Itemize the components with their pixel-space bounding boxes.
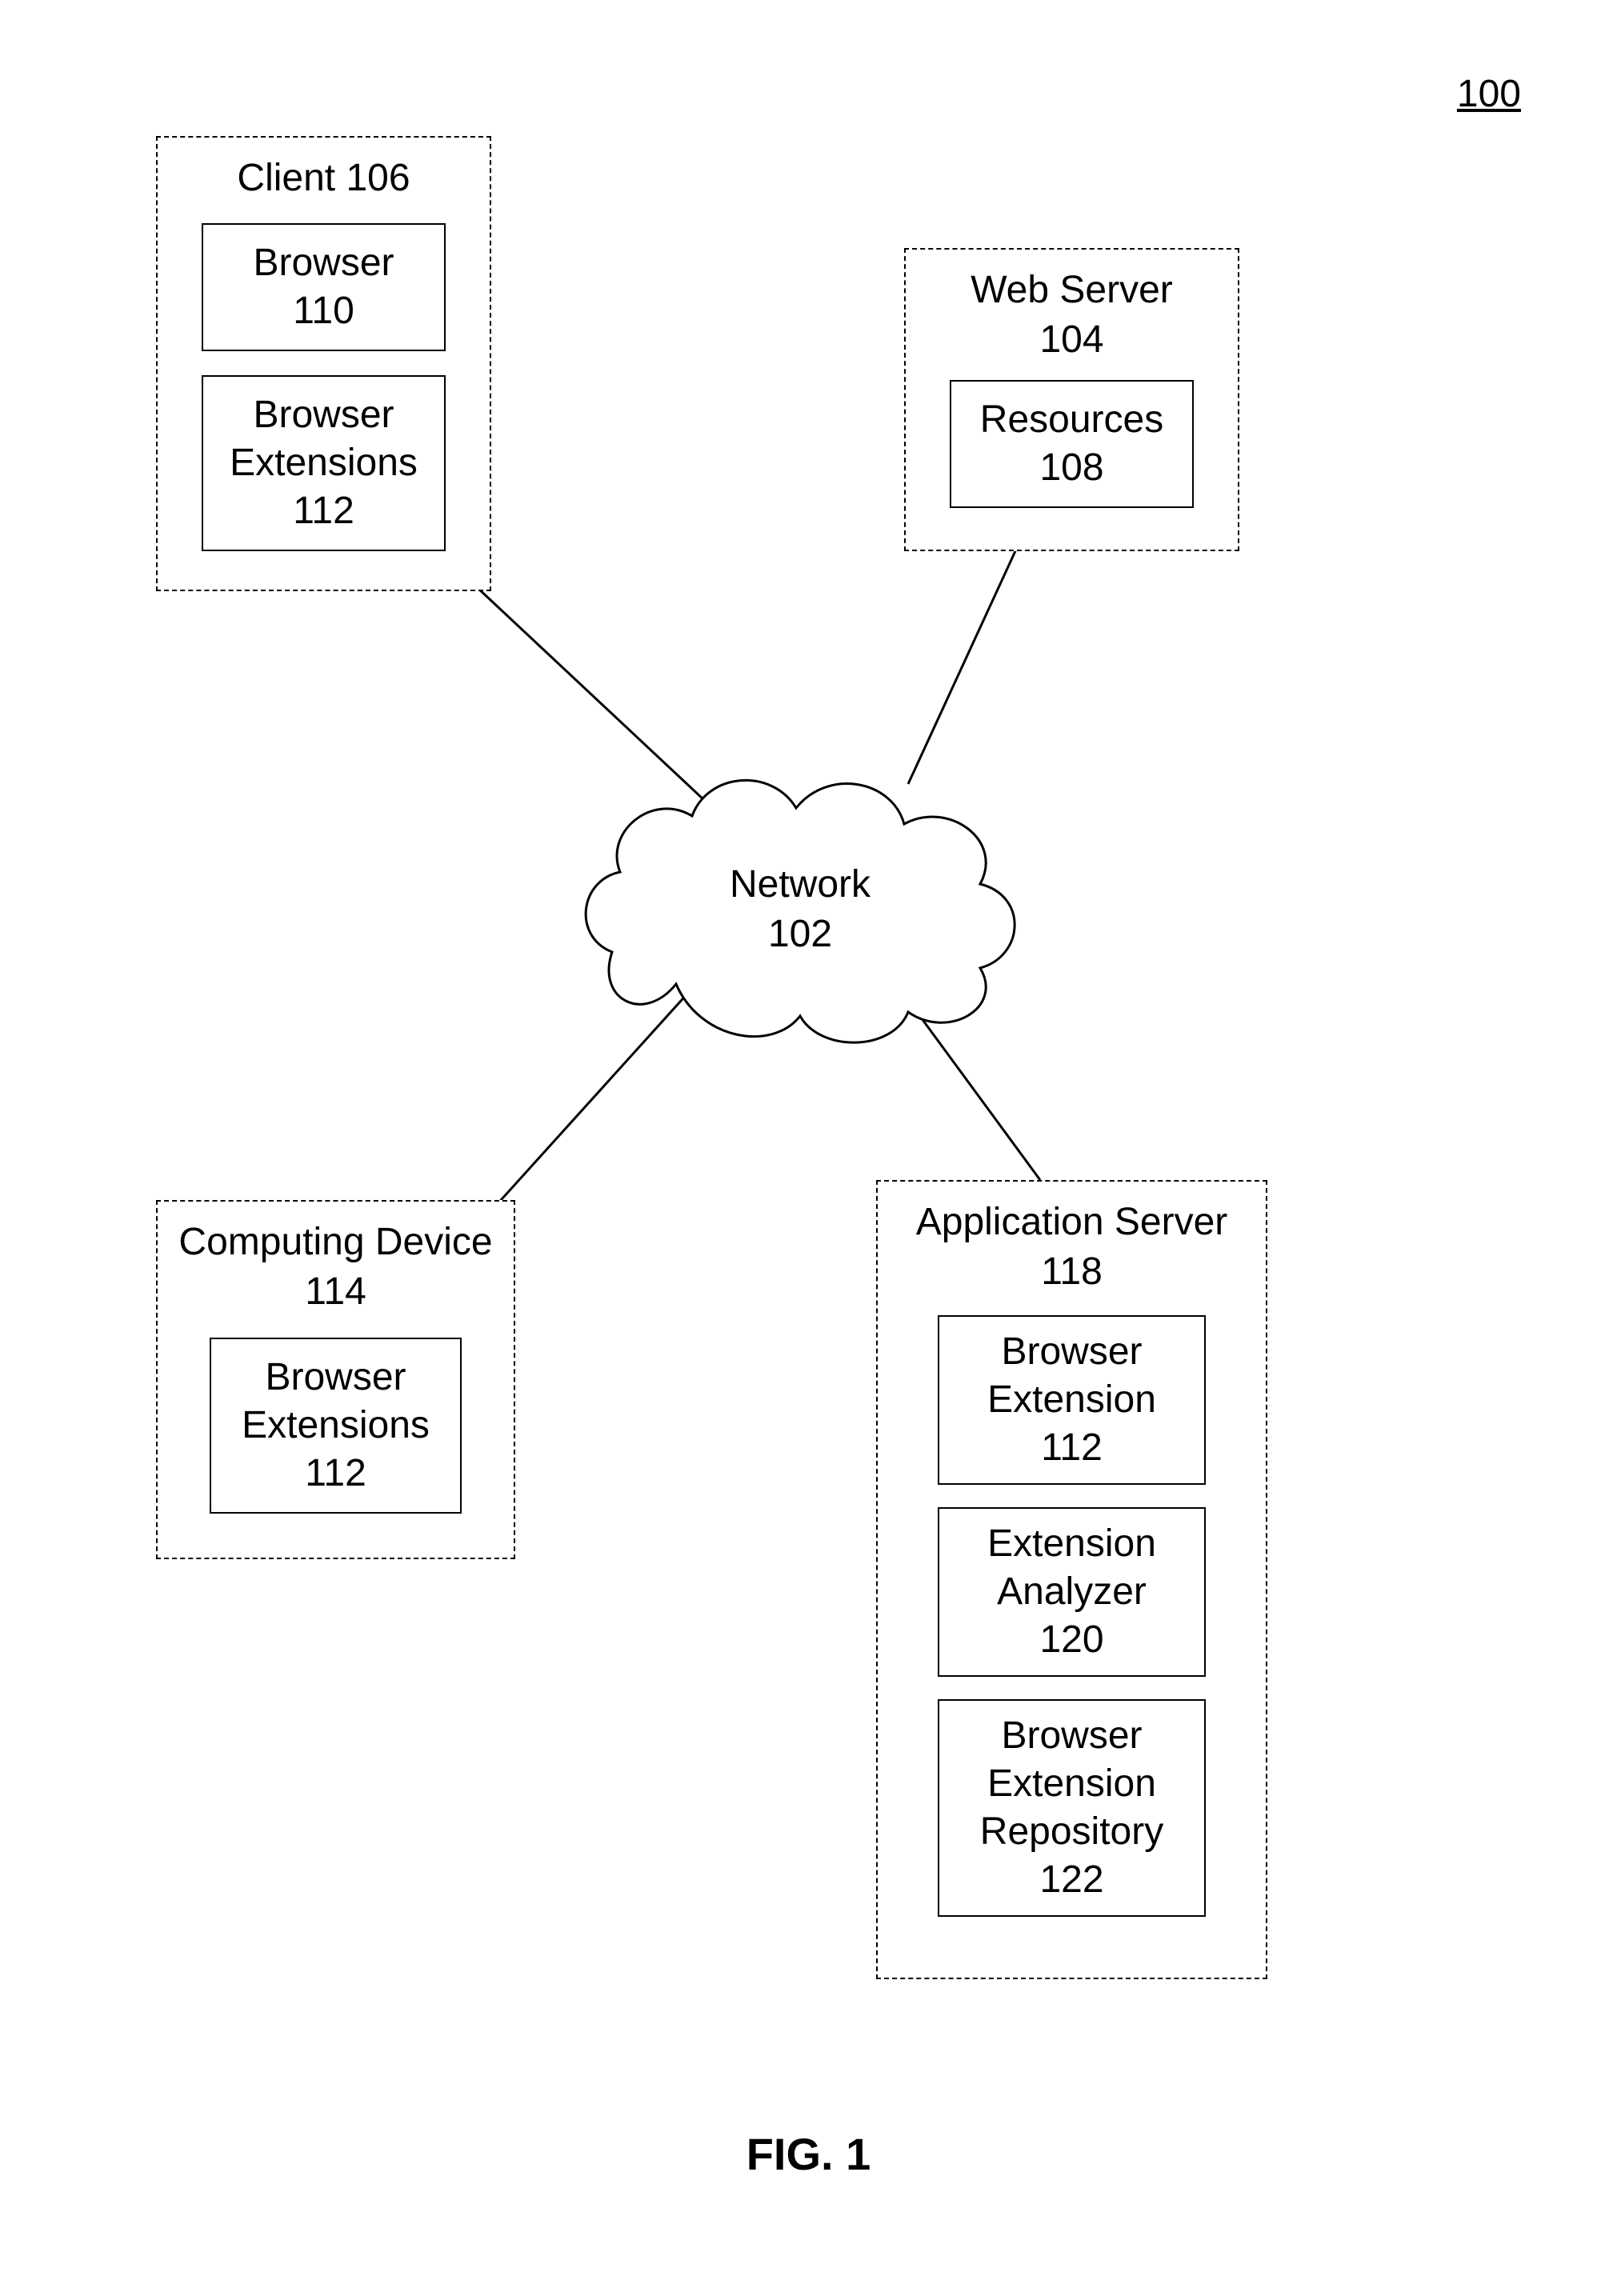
client-ext-line1: Browser xyxy=(203,391,444,439)
webserver-title2: 104 xyxy=(906,315,1238,365)
client-browser-line2: 110 xyxy=(203,287,444,335)
dev-ext-line1: Browser xyxy=(211,1354,460,1402)
client-box: Client 106 Browser 110 Browser Extension… xyxy=(156,136,491,591)
client-title: Client 106 xyxy=(158,154,490,203)
app-repo-line1: Browser xyxy=(939,1712,1204,1760)
client-ext-line2: Extensions xyxy=(203,439,444,487)
dev-ext-line3: 112 xyxy=(211,1450,460,1498)
appserver-extension-box: Browser Extension 112 xyxy=(938,1315,1206,1485)
webserver-title1: Web Server xyxy=(906,266,1238,315)
app-repo-line4: 122 xyxy=(939,1856,1204,1904)
network-cloud: Network 102 xyxy=(572,736,1028,1056)
device-title1: Computing Device xyxy=(158,1218,514,1267)
res-line1: Resources xyxy=(951,396,1192,444)
appserver-title2: 118 xyxy=(878,1247,1266,1297)
app-ext-line3: 112 xyxy=(939,1424,1204,1472)
device-extensions-box: Browser Extensions 112 xyxy=(210,1338,462,1514)
appserver-title1: Application Server xyxy=(878,1198,1266,1247)
cloud-ref: 102 xyxy=(572,910,1028,959)
res-line2: 108 xyxy=(951,444,1192,492)
appserver-analyzer-box: Extension Analyzer 120 xyxy=(938,1507,1206,1677)
client-browser-box: Browser 110 xyxy=(202,223,446,351)
app-ana-line1: Extension xyxy=(939,1520,1204,1568)
app-ana-line2: Analyzer xyxy=(939,1568,1204,1616)
client-browser-line1: Browser xyxy=(203,239,444,287)
appserver-repository-box: Browser Extension Repository 122 xyxy=(938,1699,1206,1917)
computing-device-box: Computing Device 114 Browser Extensions … xyxy=(156,1200,515,1559)
figure-caption: FIG. 1 xyxy=(0,2128,1617,2180)
client-extensions-box: Browser Extensions 112 xyxy=(202,375,446,551)
cloud-name: Network xyxy=(572,860,1028,910)
app-ext-line1: Browser xyxy=(939,1328,1204,1376)
webserver-box: Web Server 104 Resources 108 xyxy=(904,248,1239,551)
webserver-resources-box: Resources 108 xyxy=(950,380,1194,508)
client-ext-line3: 112 xyxy=(203,487,444,535)
app-repo-line2: Extension xyxy=(939,1760,1204,1808)
app-repo-line3: Repository xyxy=(939,1808,1204,1856)
diagram-page: 100 Network 102 Client 106 Browser 110 B… xyxy=(0,0,1617,2296)
app-ana-line3: 120 xyxy=(939,1616,1204,1664)
network-cloud-label: Network 102 xyxy=(572,860,1028,960)
application-server-box: Application Server 118 Browser Extension… xyxy=(876,1180,1267,1979)
app-ext-line2: Extension xyxy=(939,1376,1204,1424)
dev-ext-line2: Extensions xyxy=(211,1402,460,1450)
device-title2: 114 xyxy=(158,1267,514,1317)
